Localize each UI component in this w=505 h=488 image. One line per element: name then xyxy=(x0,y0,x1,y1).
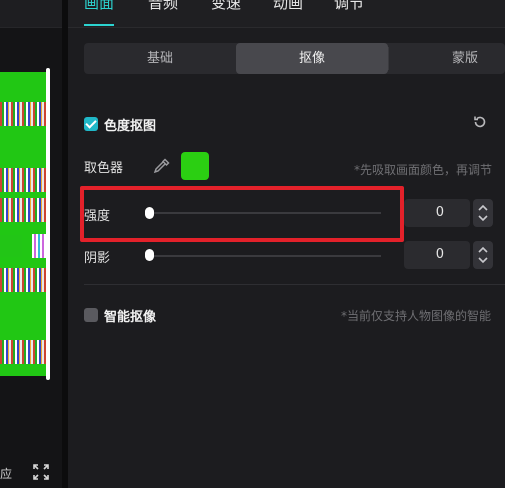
preview-frame[interactable] xyxy=(0,72,48,376)
sub-tab-bar: 基础 抠像 蒙版 xyxy=(84,43,505,74)
preview-text-row xyxy=(0,198,48,222)
shadow-value-input[interactable]: 0 xyxy=(404,241,470,269)
intensity-value-input[interactable]: 0 xyxy=(404,199,470,227)
tab-keying[interactable]: 抠像 xyxy=(236,43,388,74)
reset-icon[interactable] xyxy=(472,114,488,134)
preview-text-row xyxy=(0,102,48,126)
smart-keying-label: 智能抠像 xyxy=(104,310,157,325)
tab-adjust[interactable]: 调节 xyxy=(334,0,364,13)
preview-green-block xyxy=(0,235,22,257)
tab-speed[interactable]: 变速 xyxy=(211,0,241,13)
tab-basic[interactable]: 基础 xyxy=(84,43,236,74)
tab-picture[interactable]: 画面 xyxy=(84,0,114,13)
preview-topbar xyxy=(0,0,62,28)
preview-ratio-label[interactable]: 应 xyxy=(0,465,12,482)
shadow-slider-track[interactable] xyxy=(148,255,381,257)
properties-panel: 画面 音频 变速 动画 调节 基础 抠像 蒙版 色度抠图 取色器 *先吸取画面颜… xyxy=(68,0,505,488)
main-tab-bar: 画面 音频 变速 动画 调节 xyxy=(68,0,505,28)
preview-text-row xyxy=(0,168,48,192)
preview-text-row xyxy=(0,268,48,292)
intensity-stepper[interactable] xyxy=(473,199,493,227)
annotation-highlight-box xyxy=(80,186,404,242)
eyedropper-icon[interactable] xyxy=(153,157,171,179)
shadow-stepper[interactable] xyxy=(473,241,493,269)
shadow-label: 阴影 xyxy=(84,251,111,266)
chroma-key-label: 色度抠图 xyxy=(104,119,157,134)
fullscreen-icon[interactable] xyxy=(32,463,50,481)
preview-text-row xyxy=(0,340,48,364)
section-divider xyxy=(84,284,505,285)
active-tab-indicator xyxy=(84,24,114,26)
tab-mask[interactable]: 蒙版 xyxy=(389,43,505,74)
tab-audio[interactable]: 音频 xyxy=(148,0,178,13)
smart-keying-hint: *当前仅支持人物图像的智能 xyxy=(341,309,492,323)
shadow-slider-knob[interactable] xyxy=(145,249,154,261)
color-picker-label: 取色器 xyxy=(84,161,124,176)
tab-animation[interactable]: 动画 xyxy=(273,0,303,13)
preview-crop-handle[interactable] xyxy=(46,68,50,380)
picker-hint: *先吸取画面颜色，再调节 xyxy=(354,163,493,177)
chroma-key-checkbox[interactable] xyxy=(84,117,98,131)
video-preview-panel: 应 xyxy=(0,0,62,488)
smart-keying-checkbox[interactable] xyxy=(84,308,98,322)
picked-color-swatch[interactable] xyxy=(181,152,209,180)
